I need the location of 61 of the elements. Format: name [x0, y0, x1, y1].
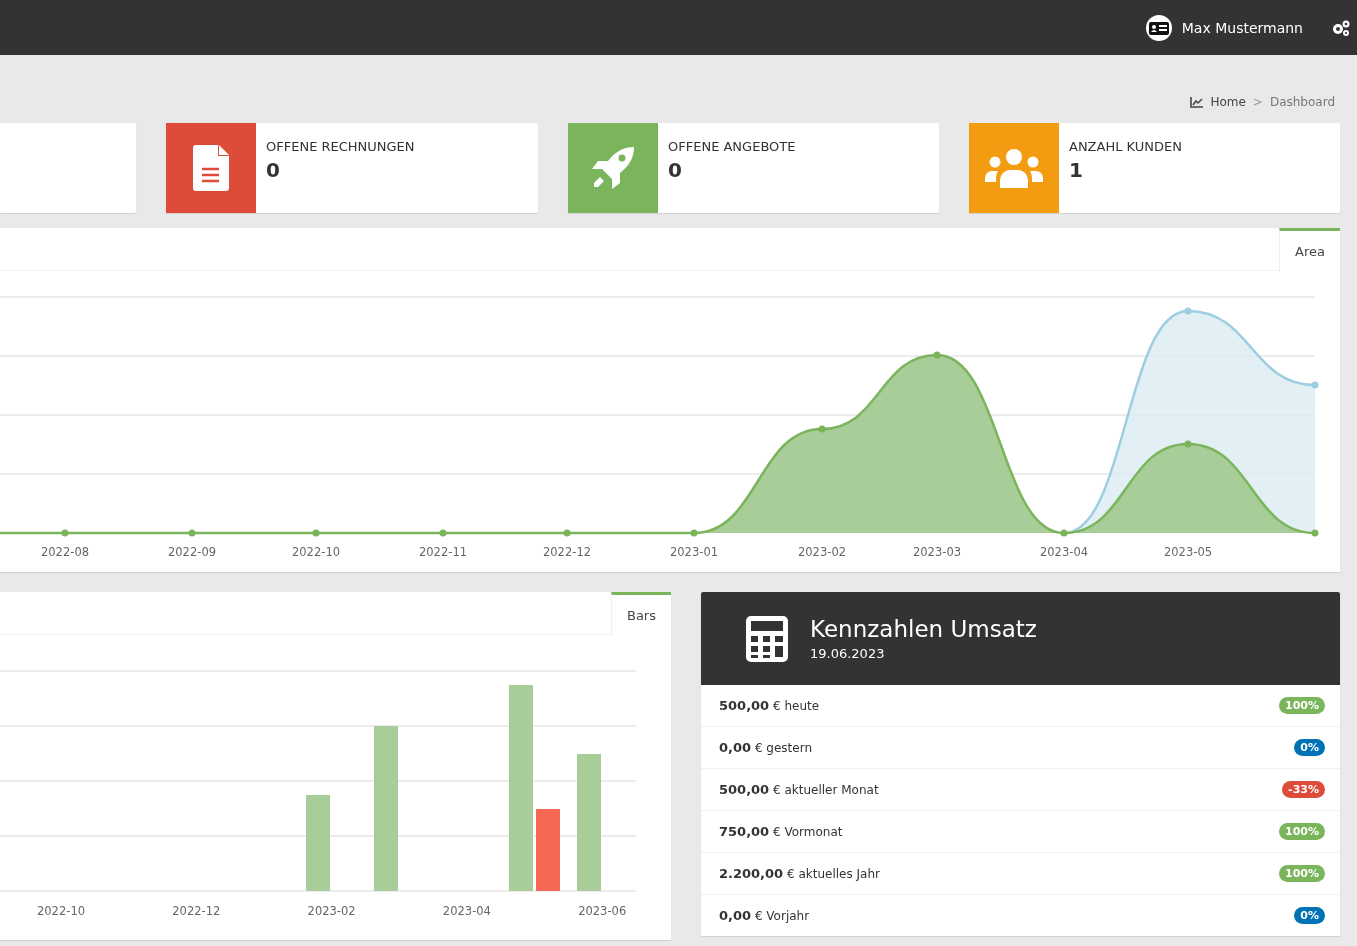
data-point [1184, 440, 1192, 448]
percent-badge: -33% [1282, 781, 1325, 798]
data-point [690, 529, 698, 537]
kpi-text: 500,00 € heute [719, 698, 820, 713]
stat-value: 0 [668, 158, 683, 182]
kpi-text: 2.200,00 € aktuelles Jahr [719, 866, 880, 881]
line-chart-icon [1190, 96, 1204, 108]
percent-badge: 0% [1294, 907, 1325, 924]
data-point [563, 529, 571, 537]
data-point [1060, 529, 1068, 537]
stat-label: ANZAHL KUNDEN [1069, 139, 1182, 154]
axis-label: 2022-09 [167, 545, 217, 559]
percent-badge: 100% [1279, 865, 1325, 882]
axis-label: 2023-03 [912, 545, 962, 559]
breadcrumb-separator: > [1252, 95, 1263, 109]
data-point [1311, 381, 1319, 389]
data-point [61, 529, 69, 537]
data-point [818, 425, 826, 433]
axis-label: 2022-12 [542, 545, 592, 559]
data-point [1184, 307, 1192, 315]
axis-label: 2022-11 [418, 545, 468, 559]
settings-icon[interactable] [1331, 18, 1351, 37]
panel-title: Kennzahlen Umsatz [810, 616, 1037, 642]
axis-label: 2022-10 [36, 904, 86, 918]
kpi-text: 0,00 € Vorjahr [719, 908, 810, 923]
document-icon [193, 145, 229, 191]
data-point [188, 529, 196, 537]
id-card-icon [1145, 14, 1172, 41]
stat-value: 0 [266, 158, 281, 182]
axis-label: 2023-06 [578, 904, 627, 918]
kpi-text: 500,00 € aktueller Monat [719, 782, 879, 797]
axis-label: 2022-12 [172, 904, 221, 918]
axis-label: 2023-02 [797, 545, 847, 559]
panel-date: 19.06.2023 [810, 646, 886, 661]
percent-badge: 0% [1294, 739, 1325, 756]
kpi-text: 0,00 € gestern [719, 740, 812, 755]
axis-label: 2023-02 [307, 904, 356, 918]
stat-label: OFFENE ANGEBOTE [668, 139, 796, 154]
percent-badge: 100% [1279, 697, 1325, 714]
breadcrumb-link[interactable]: Home [1210, 95, 1246, 109]
axis-label: 2023-04 [442, 904, 491, 918]
axis-label: 2023-05 [1163, 545, 1213, 559]
stat-value: 1 [1069, 158, 1084, 182]
kpi-text: 750,00 € Vormonat [719, 824, 843, 839]
axis-label: 2023-01 [669, 545, 719, 559]
data-point [1311, 529, 1319, 537]
axis-label: 2022-08 [40, 545, 90, 559]
stat-label: OFFENE RECHNUNGEN [266, 139, 415, 154]
chart-tab[interactable]: Area [1279, 228, 1340, 272]
data-point [439, 529, 447, 537]
chart-tab[interactable]: Bars [611, 592, 671, 636]
users-icon [985, 148, 1043, 188]
data-point [312, 529, 320, 537]
data-point [933, 351, 941, 359]
axis-label: 2022-10 [291, 545, 341, 559]
percent-badge: 100% [1279, 823, 1325, 840]
user-menu[interactable]: Max Mustermann [1145, 14, 1303, 41]
rocket-icon [590, 145, 636, 191]
calculator-icon [746, 615, 788, 662]
axis-label: 2023-04 [1039, 545, 1089, 559]
breadcrumb-link[interactable]: Dashboard [1269, 95, 1335, 109]
